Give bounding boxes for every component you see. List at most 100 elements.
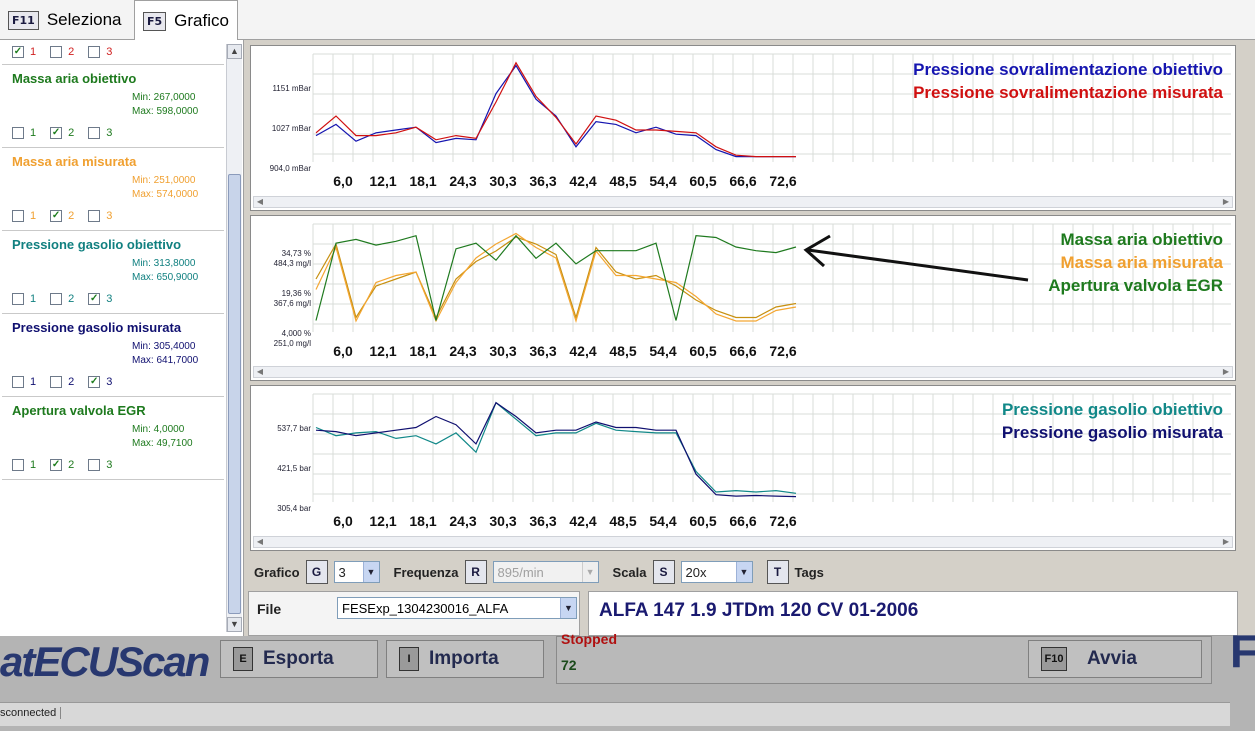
- parameter-stats: Min: 305,4000 Max: 641,7000: [2, 340, 224, 368]
- min-value: Min: 4,0000: [132, 424, 185, 435]
- tags-label[interactable]: Tags: [795, 565, 824, 580]
- parameter-stats: Min: 251,0000 Max: 574,0000: [2, 174, 224, 202]
- tab-seleziona[interactable]: F11 Grafico Seleziona: [0, 0, 130, 40]
- x-tick-label: 54,4: [649, 513, 676, 529]
- x-tick-label: 12,1: [369, 173, 396, 189]
- vertical-scrollbar[interactable]: ▲ ▼: [226, 44, 242, 632]
- chevron-down-icon: ▼: [581, 562, 598, 582]
- file-select[interactable]: FESExp_1304230016_ALFA ▼: [337, 597, 577, 619]
- checkbox-icon: ✓: [88, 376, 101, 388]
- scala-label: Scala: [612, 564, 647, 580]
- scala-select[interactable]: 20x ▼: [680, 561, 753, 583]
- f5-key-icon: F5: [143, 11, 167, 31]
- checkbox-icon: ✓: [12, 46, 24, 58]
- tab-bar: F11 Grafico Seleziona F5 Grafico: [0, 0, 1255, 41]
- chart-3-checkbox[interactable]: 3: [88, 210, 112, 222]
- grafico-select[interactable]: 3 ▼: [333, 561, 380, 583]
- air-mass-chart: 6,0 12,1 18,1 24,3 30,3 36,3 42,4 48,5 54,4 60,5 6…: [250, 215, 1236, 381]
- horizontal-scrollbar[interactable]: ◀ ▶: [253, 536, 1233, 548]
- scroll-right-icon: ▶: [1222, 197, 1230, 206]
- status-text: Stopped: [561, 631, 617, 647]
- horizontal-scrollbar[interactable]: ◀ ▶: [253, 196, 1233, 208]
- x-tick-label: 66,6: [729, 343, 756, 359]
- min-value: Min: 305,4000: [132, 341, 196, 352]
- x-tick-label: 24,3: [449, 343, 476, 359]
- parameter-stats: Min: 4,0000 Max: 49,7100: [2, 423, 224, 451]
- x-tick-label: 72,6: [769, 513, 796, 529]
- horizontal-scrollbar[interactable]: ◀ ▶: [253, 366, 1233, 378]
- chart-3-checkbox[interactable]: ✓ 3: [88, 376, 112, 388]
- scroll-right-icon: ▶: [1222, 537, 1230, 546]
- x-tick-label: 42,4: [569, 173, 596, 189]
- chart-3-checkbox[interactable]: ✓ 3: [88, 293, 112, 305]
- tab-label: Seleziona: [46, 10, 122, 29]
- checkbox-icon: [50, 376, 63, 388]
- x-tick-label: 60,5: [689, 173, 716, 189]
- y-tick-label: 367,6 mg/l: [274, 299, 312, 308]
- parameter-name: Pressione gasolio obiettivo: [12, 237, 182, 252]
- list-item: Pressione gasolio obiettivo Min: 313,800…: [2, 231, 224, 314]
- chart-1-checkbox[interactable]: 1: [12, 293, 36, 305]
- i-key-icon: I: [399, 647, 419, 671]
- x-tick-label: 18,1: [409, 173, 436, 189]
- scrollbar-thumb[interactable]: [228, 174, 241, 614]
- frequenza-label: Frequenza: [393, 564, 459, 580]
- checkbox-icon: [88, 210, 101, 222]
- start-button[interactable]: F10 Avvia: [1028, 640, 1202, 678]
- chart-3-checkbox[interactable]: 3: [88, 46, 112, 58]
- x-tick-label: 30,3: [489, 173, 516, 189]
- x-tick-label: 48,5: [609, 343, 636, 359]
- max-value: Max: 650,9000: [132, 272, 199, 283]
- import-button[interactable]: I Importa: [386, 640, 544, 678]
- x-tick-label: 18,1: [409, 513, 436, 529]
- x-tick-label: 6,0: [333, 173, 353, 189]
- chart-2-checkbox[interactable]: 2: [50, 46, 74, 58]
- x-tick-label: 66,6: [729, 513, 756, 529]
- chart-1-checkbox[interactable]: 1: [12, 210, 36, 222]
- min-value: Min: 313,8000: [132, 258, 196, 269]
- fuel-pressure-chart: 6,0 12,1 18,1 24,3 30,3 36,3 42,4 48,5 54,4 60,5 6…: [250, 385, 1236, 551]
- chart-2-checkbox[interactable]: ✓ 2: [50, 210, 74, 222]
- chart-1-checkbox[interactable]: 1: [12, 376, 36, 388]
- list-item: ✓ 1 2 3: [2, 42, 224, 65]
- chevron-down-icon: ▼: [560, 598, 576, 618]
- tab-label: Grafico: [174, 11, 229, 30]
- frequenza-select[interactable]: 895/min ▼: [492, 561, 599, 583]
- y-tick-label: 537,7 bar: [277, 424, 311, 433]
- chart-2-checkbox[interactable]: ✓ 2: [50, 127, 74, 139]
- right-edge-glyph: F: [1230, 625, 1255, 677]
- scroll-up-icon[interactable]: ▲: [227, 44, 242, 59]
- chart-legend: Massa aria obiettivo Massa aria misurata…: [1048, 230, 1223, 295]
- chart-3-checkbox[interactable]: 3: [88, 127, 112, 139]
- list-item: Massa aria obiettivo Min: 267,0000 Max: …: [2, 65, 224, 148]
- t-key-icon[interactable]: T: [766, 560, 789, 584]
- scroll-down-icon[interactable]: ▼: [227, 617, 242, 632]
- s-key-icon[interactable]: S: [652, 560, 675, 584]
- x-tick-label: 48,5: [609, 513, 636, 529]
- chart-1-checkbox[interactable]: 1: [12, 127, 36, 139]
- chart-1-checkbox[interactable]: 1: [12, 459, 36, 471]
- parameter-name: Massa aria obiettivo: [12, 71, 137, 86]
- chart-2-checkbox[interactable]: 2: [50, 376, 74, 388]
- scroll-left-icon: ◀: [256, 537, 264, 546]
- chart-3-checkbox[interactable]: 3: [88, 459, 112, 471]
- y-tick-label: 484,3 mg/l: [274, 259, 312, 268]
- chart-2-checkbox[interactable]: 2: [50, 293, 74, 305]
- chart-checkbox-row: 1 ✓ 2 3: [2, 459, 224, 471]
- y-tick-label: 305,4 bar: [277, 504, 311, 513]
- y-tick-label: 251,0 mg/l: [274, 339, 312, 348]
- export-button[interactable]: E Esporta: [220, 640, 378, 678]
- y-tick-label: 34,73 %: [282, 249, 311, 258]
- tab-grafico[interactable]: F5 Grafico: [134, 0, 238, 41]
- checkbox-icon: [88, 127, 101, 139]
- x-tick-label: 24,3: [449, 513, 476, 529]
- g-key-icon[interactable]: G: [305, 560, 328, 584]
- chart-1-checkbox[interactable]: ✓ 1: [12, 46, 36, 58]
- r-key-icon[interactable]: R: [464, 560, 487, 584]
- checkbox-icon: [88, 46, 101, 58]
- y-tick-label: 19,36 %: [282, 289, 311, 298]
- checkbox-icon: [12, 376, 24, 388]
- chart-legend: Pressione sovralimentazione obiettivo Pr…: [913, 60, 1223, 102]
- file-label: File: [257, 601, 282, 617]
- chart-2-checkbox[interactable]: ✓ 2: [50, 459, 74, 471]
